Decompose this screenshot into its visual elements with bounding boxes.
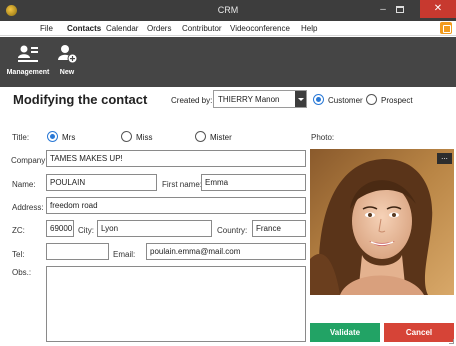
close-button[interactable]: ✕: [420, 0, 456, 18]
zc-label: ZC:: [12, 226, 25, 235]
maximize-button[interactable]: [393, 3, 407, 17]
ribbon-toolbar: Management New: [0, 37, 456, 87]
customer-label: Customer: [328, 96, 363, 105]
email-label: Email:: [113, 250, 136, 259]
title-label: Title:: [12, 133, 30, 142]
title-mister-label: Mister: [210, 133, 232, 142]
menu-videoconference[interactable]: Videoconference: [230, 24, 290, 33]
contact-photo[interactable]: [310, 149, 454, 295]
title-mrs-label: Mrs: [62, 133, 76, 142]
management-label: Management: [6, 69, 50, 76]
tel-input[interactable]: [46, 243, 109, 260]
company-input[interactable]: TAMES MAKES UP!: [46, 150, 306, 167]
city-input[interactable]: Lyon: [97, 220, 212, 237]
menu-file[interactable]: File: [40, 24, 53, 33]
title-mrs-radio[interactable]: [47, 131, 58, 142]
add-user-icon: [58, 45, 78, 64]
title-miss-radio[interactable]: [121, 131, 132, 142]
menu-contacts[interactable]: Contacts: [67, 24, 101, 33]
cancel-button[interactable]: Cancel: [384, 323, 454, 342]
title-bar: CRM – ✕: [0, 0, 456, 21]
prospect-radio[interactable]: [366, 94, 377, 105]
company-label: Company:: [11, 156, 48, 165]
address-input[interactable]: freedom road: [46, 197, 306, 214]
name-label: Name:: [12, 180, 36, 189]
city-label: City:: [78, 226, 94, 235]
created-by-select[interactable]: THIERRY Manon: [213, 90, 307, 108]
country-input[interactable]: France: [252, 220, 306, 237]
title-mister-radio[interactable]: [195, 131, 206, 142]
prospect-label: Prospect: [381, 96, 413, 105]
email-input[interactable]: poulain.emma@mail.com: [146, 243, 306, 260]
maximize-icon: [396, 6, 404, 13]
created-by-label: Created by:: [171, 96, 213, 105]
page-title: Modifying the contact: [13, 92, 148, 107]
menu-calendar[interactable]: Calendar: [106, 24, 138, 33]
first-name-label: First name:: [162, 180, 203, 189]
new-contact-button[interactable]: New: [54, 43, 80, 85]
chevron-down-icon: [295, 91, 306, 107]
new-label: New: [59, 69, 75, 76]
zc-input[interactable]: 69000: [46, 220, 74, 237]
management-button[interactable]: Management: [5, 43, 51, 85]
menu-contributor[interactable]: Contributor: [182, 24, 222, 33]
first-name-input[interactable]: Emma: [201, 174, 306, 191]
photo-options-button[interactable]: ...: [437, 153, 452, 164]
country-label: Country:: [217, 226, 248, 235]
window-mode-icon[interactable]: [440, 22, 452, 34]
menu-help[interactable]: Help: [301, 24, 317, 33]
menu-orders[interactable]: Orders: [147, 24, 171, 33]
validate-button[interactable]: Validate: [310, 323, 380, 342]
contact-card-icon: [18, 45, 38, 62]
tel-label: Tel:: [12, 250, 25, 259]
title-miss-label: Miss: [136, 133, 153, 142]
customer-radio[interactable]: [313, 94, 324, 105]
obs-textarea[interactable]: [46, 266, 306, 342]
address-label: Address:: [12, 203, 44, 212]
obs-label: Obs.:: [12, 268, 32, 277]
portrait-image: [310, 149, 454, 295]
minimize-button[interactable]: –: [376, 3, 390, 17]
photo-label: Photo:: [311, 133, 335, 142]
name-input[interactable]: POULAIN: [46, 174, 157, 191]
created-by-value: THIERRY Manon: [218, 95, 280, 104]
resize-grip-icon[interactable]: [449, 339, 454, 344]
menu-bar: File Contacts Calendar Orders Contributo…: [0, 21, 456, 36]
